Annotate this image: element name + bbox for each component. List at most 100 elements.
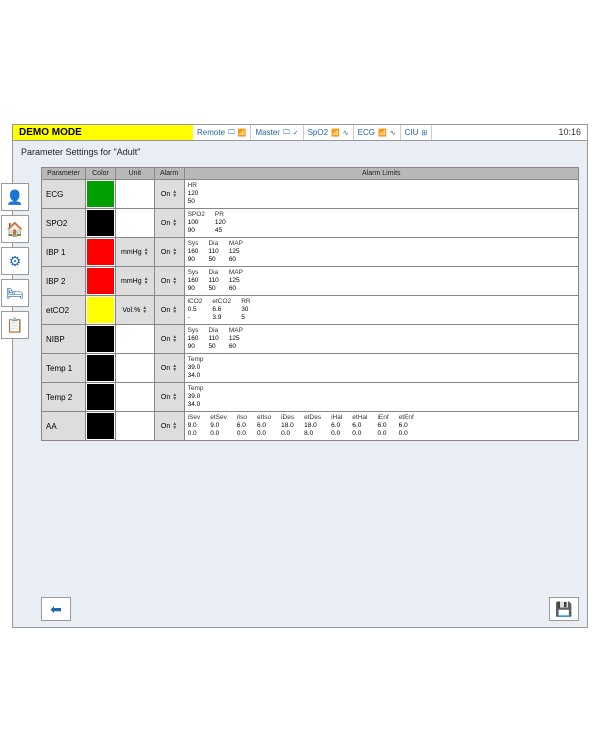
limit-value: 8.0 (304, 430, 321, 438)
color-cell[interactable] (86, 267, 116, 296)
limit-header: MAP (229, 327, 243, 335)
unit-cell (116, 325, 155, 354)
chevron-updown-icon[interactable]: ▲▼ (172, 248, 177, 256)
unit-cell[interactable]: mmHg▲▼ (116, 267, 155, 296)
table-row: Temp 2On▲▼Temp39.034.0 (42, 383, 579, 412)
limit-header: Dia (208, 269, 218, 277)
save-button[interactable]: 💾 (549, 597, 579, 621)
limits-cell: Sys16090Dia11050MAP12560 (184, 267, 578, 296)
limit-value: 39.0 (188, 393, 204, 401)
demo-mode-banner: DEMO MODE (13, 125, 193, 140)
limit-value: 120 (188, 190, 199, 198)
chevron-updown-icon[interactable]: ▲▼ (172, 190, 177, 198)
chevron-updown-icon[interactable]: ▲▼ (144, 277, 149, 285)
limit-header: HR (188, 182, 199, 190)
limit-column: HR12050 (188, 182, 199, 206)
color-cell[interactable] (86, 412, 116, 441)
alarm-cell[interactable]: On▲▼ (154, 209, 184, 238)
alarm-cell[interactable]: On▲▼ (154, 325, 184, 354)
chevron-updown-icon[interactable]: ▲▼ (142, 306, 147, 314)
limit-value: 0.0 (210, 430, 227, 438)
limit-value: 0.0 (352, 430, 367, 438)
limit-value: 18.0 (281, 422, 294, 430)
status-icon: 🖵 (228, 129, 235, 137)
limit-header: etSev (210, 414, 227, 422)
status-icon: 📶 (378, 129, 387, 137)
status-item[interactable]: ECG📶∿ (354, 125, 401, 140)
status-icon: ∿ (343, 129, 349, 137)
page-title: Parameter Settings for "Adult" (13, 141, 587, 163)
color-cell[interactable] (86, 383, 116, 412)
chevron-updown-icon[interactable]: ▲▼ (144, 248, 149, 256)
color-cell[interactable] (86, 325, 116, 354)
alarm-cell[interactable]: On▲▼ (154, 267, 184, 296)
limit-header: PR (215, 211, 226, 219)
status-icon: 📶 (331, 129, 340, 137)
color-cell[interactable] (86, 354, 116, 383)
alarm-value: On (161, 365, 170, 372)
limit-header: MAP (229, 240, 243, 248)
alarm-value: On (161, 423, 170, 430)
chevron-updown-icon[interactable]: ▲▼ (172, 219, 177, 227)
table-row: AAOn▲▼iSev9.00.0etSev9.00.0iIso6.00.0etI… (42, 412, 579, 441)
chevron-updown-icon[interactable]: ▲▼ (172, 306, 177, 314)
chevron-updown-icon[interactable]: ▲▼ (172, 277, 177, 285)
limit-column: Sys16090 (188, 269, 199, 293)
status-item[interactable]: SpO2📶∿ (304, 125, 354, 140)
alarm-cell[interactable]: On▲▼ (154, 180, 184, 209)
back-button[interactable]: ⬅ (41, 597, 71, 621)
chevron-updown-icon[interactable]: ▲▼ (172, 422, 177, 430)
limit-value: 60 (229, 256, 243, 264)
status-item[interactable]: Master🖵✓ (251, 125, 303, 140)
limit-value: 6.0 (257, 422, 271, 430)
limit-value: 160 (188, 335, 199, 343)
limit-value: 110 (208, 335, 218, 343)
limit-value: 60 (229, 343, 243, 351)
color-swatch (87, 268, 114, 294)
unit-cell (116, 383, 155, 412)
alarm-cell[interactable]: On▲▼ (154, 296, 184, 325)
alarm-cell[interactable]: On▲▼ (154, 412, 184, 441)
limit-column: Sys16090 (188, 240, 199, 264)
limit-value: 9.0 (210, 422, 227, 430)
color-cell[interactable] (86, 209, 116, 238)
alarm-cell[interactable]: On▲▼ (154, 238, 184, 267)
chevron-updown-icon[interactable]: ▲▼ (172, 335, 177, 343)
limit-value: 34.0 (188, 372, 204, 380)
status-label: Remote (197, 128, 225, 137)
alarm-cell[interactable]: On▲▼ (154, 354, 184, 383)
table-row: ECGOn▲▼HR12050 (42, 180, 579, 209)
table-row: NIBPOn▲▼Sys16090Dia11050MAP12560 (42, 325, 579, 354)
color-cell[interactable] (86, 296, 116, 325)
table-wrap: Parameter Color Unit Alarm Alarm Limits … (33, 163, 587, 625)
status-label: Master (255, 128, 279, 137)
chevron-updown-icon[interactable]: ▲▼ (172, 393, 177, 401)
alarm-cell[interactable]: On▲▼ (154, 383, 184, 412)
parameter-table: Parameter Color Unit Alarm Alarm Limits … (41, 167, 579, 441)
app-window: DEMO MODE Remote🖵📶Master🖵✓SpO2📶∿ECG📶∿CIU… (12, 124, 588, 628)
status-item[interactable]: CIU⊞ (401, 125, 433, 140)
color-cell[interactable] (86, 180, 116, 209)
status-icon: ✓ (293, 129, 299, 137)
color-cell[interactable] (86, 238, 116, 267)
footer-buttons: ⬅ 💾 (41, 597, 579, 621)
col-alarm: Alarm (154, 168, 184, 180)
content-area: Parameter Color Unit Alarm Alarm Limits … (13, 163, 587, 625)
table-row: IBP 2mmHg▲▼On▲▼Sys16090Dia11050MAP12560 (42, 267, 579, 296)
limit-value: 90 (188, 343, 199, 351)
alarm-value: On (161, 220, 170, 227)
limit-value: 50 (188, 198, 199, 206)
unit-value: mmHg (121, 249, 142, 256)
status-item[interactable]: Remote🖵📶 (193, 125, 251, 140)
limit-header: Temp (188, 385, 204, 393)
limit-column: MAP12560 (229, 327, 243, 351)
param-cell: Temp 1 (42, 354, 86, 383)
param-cell: etCO2 (42, 296, 86, 325)
limit-value: 0.0 (281, 430, 294, 438)
unit-cell[interactable]: mmHg▲▼ (116, 238, 155, 267)
unit-cell[interactable]: Vol.%▲▼ (116, 296, 155, 325)
limit-column: iIso6.00.0 (237, 414, 247, 438)
unit-cell (116, 209, 155, 238)
chevron-updown-icon[interactable]: ▲▼ (172, 364, 177, 372)
color-swatch (87, 239, 114, 265)
